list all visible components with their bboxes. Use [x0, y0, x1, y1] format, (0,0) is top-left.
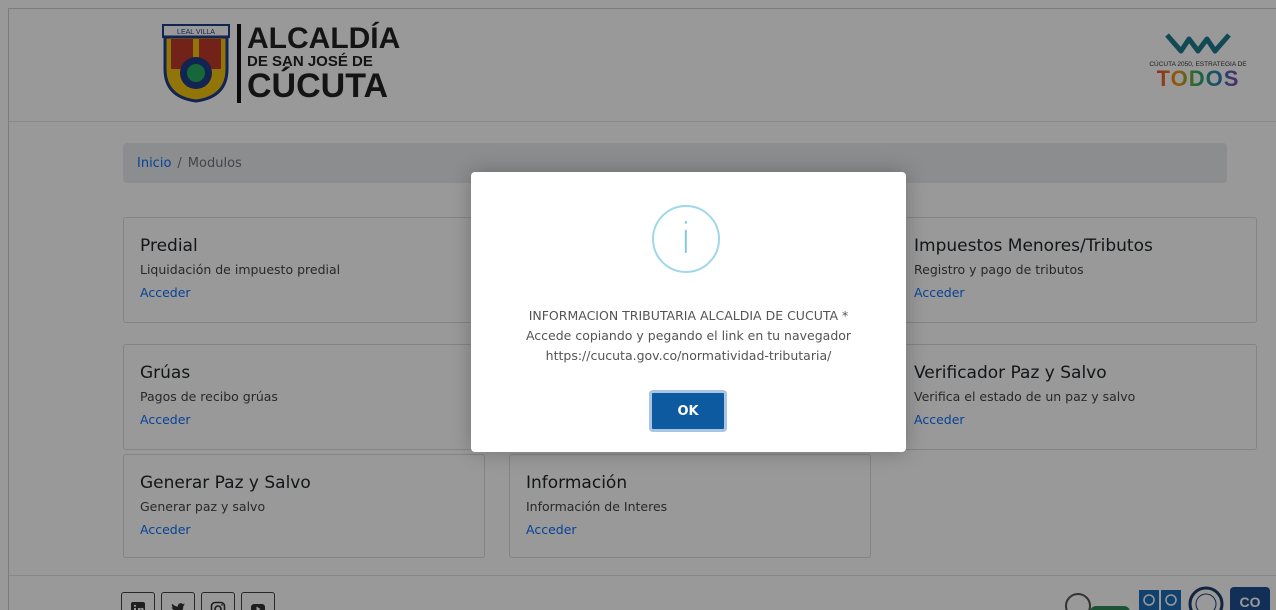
modal-message: INFORMACION TRIBUTARIA ALCALDIA DE CUCUT…	[471, 306, 906, 366]
modal-line-1: INFORMACION TRIBUTARIA ALCALDIA DE CUCUT…	[528, 308, 849, 323]
ok-button[interactable]: OK	[649, 390, 727, 432]
modal-line-3: https://cucuta.gov.co/normatividad-tribu…	[545, 348, 832, 363]
info-icon-glyph: i	[680, 214, 692, 263]
info-modal: i INFORMACION TRIBUTARIA ALCALDIA DE CUC…	[471, 172, 906, 452]
info-icon: i	[652, 205, 720, 273]
modal-line-2: Accede copiando y pegando el link en tu …	[525, 328, 852, 343]
